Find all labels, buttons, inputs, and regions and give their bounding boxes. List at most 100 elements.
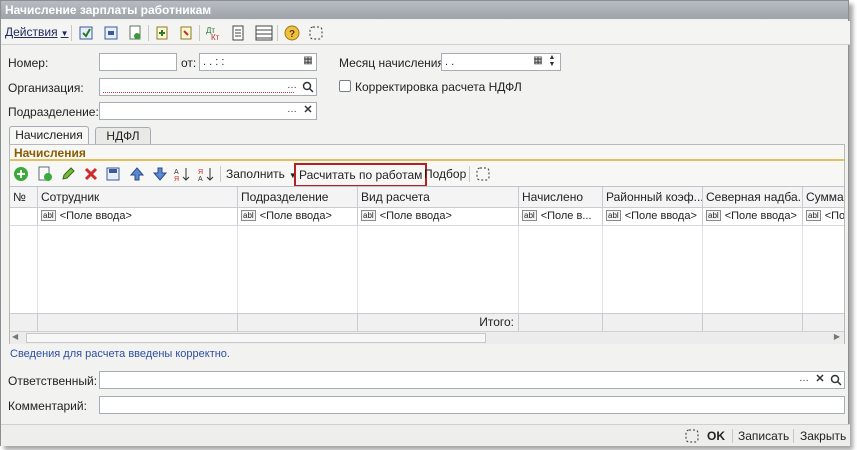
main-window: Начисление зарплаты работникам Действия ▼… [0,0,850,446]
month-value: . . [445,56,455,68]
section-divider [10,159,844,161]
table-cell[interactable]: abl <Поле ввода> [358,208,519,226]
table-cell[interactable]: abl <Поле ввода> [238,208,358,226]
based-on-icon[interactable] [153,24,171,42]
total-cell [603,313,703,331]
table-cell[interactable] [10,208,38,226]
table-cell[interactable]: abl <Поле ввода> [703,208,803,226]
actions-label: Действия [5,25,58,39]
cell-value: <Поле ввода> [724,210,797,222]
text-field-icon: abl [522,210,537,221]
column-divider [358,226,519,313]
edit-row-icon[interactable] [59,165,77,183]
column-header-accrued[interactable]: Начислено [519,187,603,208]
svg-text:Я: Я [198,169,203,176]
select-ellipsis-icon[interactable]: … [284,103,300,119]
organization-field[interactable]: … [99,78,317,96]
report-icon[interactable] [229,24,247,42]
horizontal-scrollbar[interactable]: ◀ ▶ [10,331,844,344]
column-header-division[interactable]: Подразделение [238,187,358,208]
comment-field[interactable] [99,396,845,414]
sort-ascending-icon[interactable]: АЯ [173,165,191,183]
number-label: Номер: [8,56,49,70]
column-header-calc-type[interactable]: Вид расчета [358,187,519,208]
toolbar-separator [71,25,72,41]
fill-button[interactable]: Заполнить ▼ [226,165,297,185]
accruals-table[interactable]: № Сотрудник Подразделение Вид расчета На… [10,186,844,344]
ok-button[interactable]: OK [707,428,725,444]
svg-text:А: А [174,169,179,176]
save-button[interactable]: Записать [738,428,789,444]
search-icon[interactable] [828,372,844,388]
month-field[interactable]: . . ▦ ▲ ▼ [441,53,561,71]
responsible-field[interactable]: … ✕ [99,371,845,389]
svg-text:А: А [198,176,203,182]
table-cell[interactable]: abl <Поле ввода> [38,208,238,226]
scroll-right-icon[interactable]: ▶ [834,332,840,341]
calendar-icon[interactable]: ▦ [300,54,316,70]
actions-menu[interactable]: Действия ▼ [5,25,69,45]
column-divider [703,226,803,313]
number-field[interactable] [99,53,177,71]
text-field-icon: abl [806,210,821,221]
cell-value: <Поле ввода> [59,210,132,222]
main-toolbar: Действия ▼ Дт Кт ? [1,21,850,45]
customize-toolbar-icon[interactable] [683,427,701,445]
tab-accruals[interactable]: Начисления [9,126,89,145]
structure-icon[interactable] [177,24,195,42]
column-divider [238,226,358,313]
post-document-icon[interactable] [77,24,95,42]
copy-row-icon[interactable] [36,165,54,183]
copy-document-icon[interactable] [126,24,144,42]
add-row-icon[interactable] [12,165,30,183]
fill-label: Заполнить [226,167,285,181]
text-field-icon: abl [41,210,56,221]
customize-toolbar-icon[interactable] [307,24,325,42]
from-label: от: [181,56,197,70]
sort-descending-icon[interactable]: ЯА [197,165,215,183]
help-icon[interactable]: ? [283,24,301,42]
toolbar-separator [199,25,200,41]
toolbar-separator [148,25,149,41]
select-ellipsis-icon[interactable]: … [284,79,300,95]
customize-toolbar-icon[interactable] [474,165,492,183]
list-settings-icon[interactable] [255,24,273,42]
column-header-amount[interactable]: Сумма [803,187,844,208]
footer-separator [793,429,794,443]
move-down-icon[interactable] [151,165,169,183]
scroll-left-icon[interactable]: ◀ [12,332,18,341]
date-field[interactable]: . . : : ▦ [199,53,317,71]
cell-value: <Поле ввода> [624,210,697,222]
spin-updown-icon[interactable]: ▲ ▼ [544,54,560,70]
cell-value: <По [824,210,844,222]
select-ellipsis-icon[interactable]: … [796,372,812,388]
column-header-employee[interactable]: Сотрудник [38,187,238,208]
column-header-northern-bonus[interactable]: Северная надба... [703,187,803,208]
text-field-icon: abl [606,210,621,221]
delete-row-icon[interactable] [82,165,100,183]
close-button[interactable]: Закрыть [800,428,846,444]
calculate-by-works-button[interactable]: Расчитать по работам [294,163,428,187]
tab-ndfl[interactable]: НДФЛ [95,127,151,145]
footer-bar: OK Записать Закрыть [1,424,850,446]
division-field[interactable]: … ✕ [99,102,317,120]
select-button[interactable]: Подбор [424,165,466,183]
table-cell[interactable]: abl <По [803,208,844,226]
column-header-number[interactable]: № [10,187,38,208]
clear-icon[interactable]: ✕ [300,103,316,119]
search-icon[interactable] [300,79,316,95]
end-edit-icon[interactable] [105,165,123,183]
table-cell[interactable]: abl <Поле в... [519,208,603,226]
text-field-icon: abl [706,210,721,221]
scrollbar-thumb[interactable] [26,333,486,343]
ndfl-correction-checkbox[interactable] [339,80,351,92]
unpost-document-icon[interactable] [102,24,120,42]
move-up-icon[interactable] [128,165,146,183]
table-cell[interactable]: abl <Поле ввода> [603,208,703,226]
debit-credit-icon[interactable]: Дт Кт [205,24,223,42]
column-header-regional-coef[interactable]: Районный коэф... [603,187,703,208]
responsible-label: Ответственный: [8,374,98,388]
clear-icon[interactable]: ✕ [812,372,828,388]
grid-toolbar: АЯ ЯА Заполнить ▼ Расчитать по работам По… [10,162,844,187]
svg-text:?: ? [289,29,295,40]
